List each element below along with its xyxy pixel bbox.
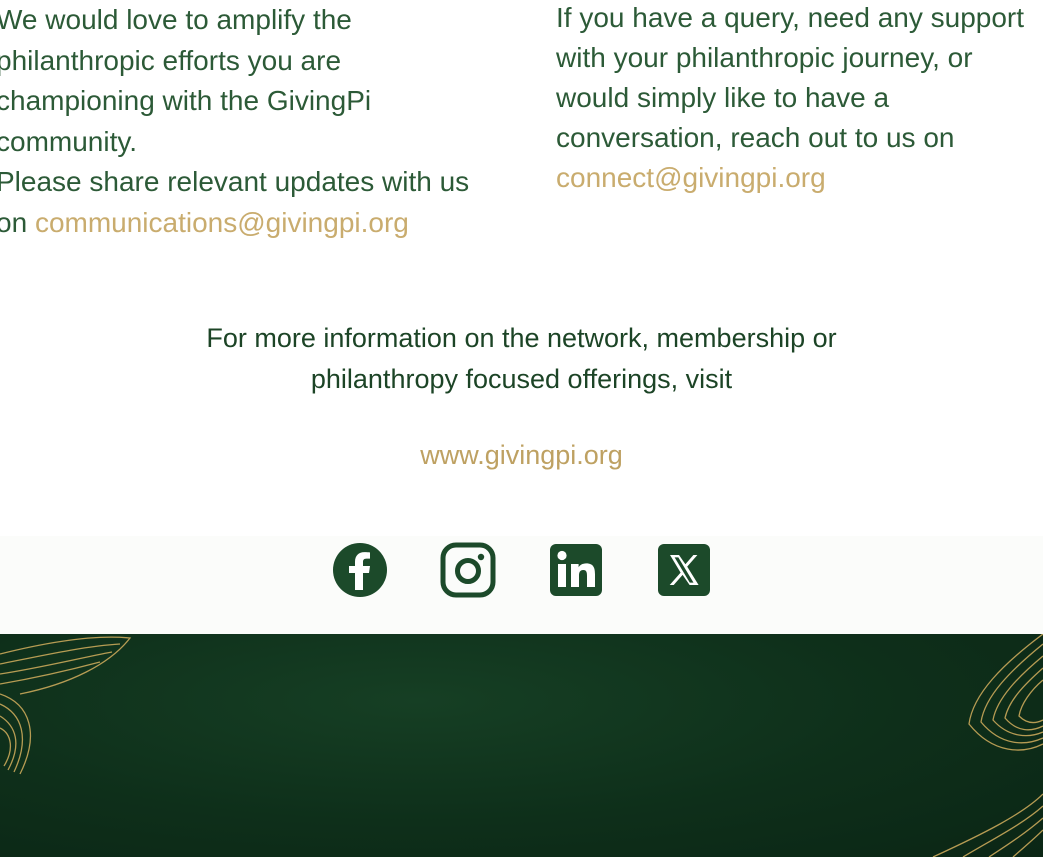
contact-text: If you have a query, need any support wi… bbox=[556, 0, 1036, 198]
right-botanical-decoration bbox=[932, 634, 1043, 857]
more-info-line-2: philanthropy focused offerings, visit bbox=[310, 364, 733, 394]
more-info-text: For more information on the network, mem… bbox=[0, 318, 1043, 400]
linkedin-link[interactable] bbox=[548, 542, 604, 598]
x-link[interactable] bbox=[656, 542, 712, 598]
linkedin-icon bbox=[549, 544, 602, 596]
left-botanical-decoration bbox=[0, 636, 132, 775]
instagram-icon bbox=[440, 542, 495, 598]
instagram-link[interactable] bbox=[440, 542, 496, 598]
website-link[interactable]: www.givingpi.org bbox=[0, 440, 1043, 471]
footer-band bbox=[0, 634, 1043, 857]
connect-email-link[interactable]: connect@givingpi.org bbox=[556, 162, 826, 193]
amplify-section: We would love to amplify the philanthrop… bbox=[0, 0, 486, 243]
social-links bbox=[0, 542, 1043, 598]
amplify-text: We would love to amplify the philanthrop… bbox=[0, 4, 372, 157]
facebook-icon bbox=[332, 543, 387, 597]
facebook-link[interactable] bbox=[332, 542, 388, 598]
more-info-line-1: For more information on the network, mem… bbox=[206, 323, 837, 353]
contact-text-body: If you have a query, need any support wi… bbox=[556, 2, 1025, 153]
communications-email-link[interactable]: communications@givingpi.org bbox=[35, 207, 409, 238]
share-updates-text: Please share relevant updates with us on… bbox=[0, 162, 486, 243]
x-twitter-icon bbox=[657, 544, 710, 596]
contact-section: If you have a query, need any support wi… bbox=[556, 0, 1036, 198]
